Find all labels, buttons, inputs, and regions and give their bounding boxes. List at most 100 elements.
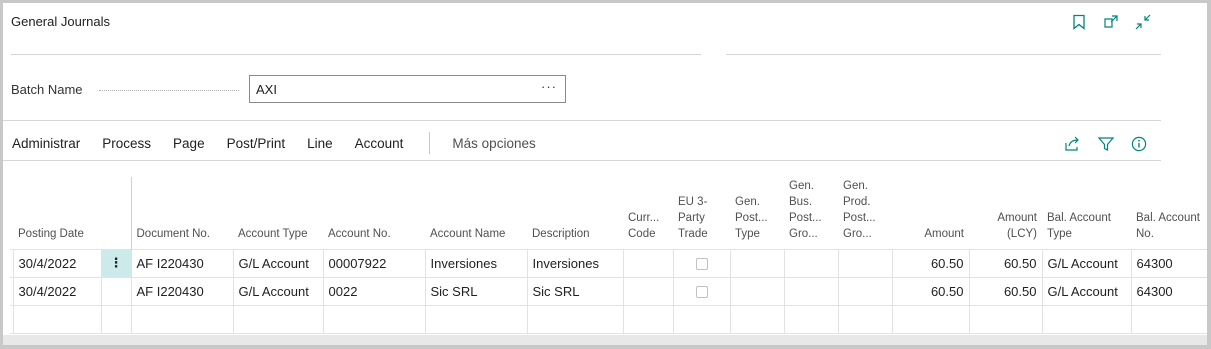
- account-name-cell[interactable]: Sic SRL: [424, 276, 528, 306]
- account-no-cell[interactable]: 0022: [322, 276, 426, 306]
- page-title: General Journals: [11, 14, 110, 29]
- bal-account-type-cell[interactable]: G/L Account: [1041, 248, 1132, 278]
- eu-3-party-trade-checkbox[interactable]: [695, 258, 708, 271]
- column-header-gen-bus-post-group[interactable]: Gen. Bus. Post... Gro...: [784, 177, 838, 249]
- share-icon[interactable]: [1058, 133, 1087, 155]
- description-cell[interactable]: Inversiones: [526, 248, 624, 278]
- amount-lcy-cell[interactable]: 60.50: [968, 248, 1043, 278]
- info-icon[interactable]: [1124, 133, 1153, 155]
- menu-page[interactable]: Page: [164, 136, 218, 151]
- account-type-cell[interactable]: [232, 304, 324, 334]
- account-type-cell[interactable]: G/L Account: [232, 276, 324, 306]
- amount-cell[interactable]: 60.50: [891, 276, 970, 306]
- menu-account[interactable]: Account: [346, 136, 417, 151]
- column-header-bal-account-no[interactable]: Bal. Account No.: [1131, 177, 1207, 249]
- column-header-posting-date[interactable]: Posting Date: [13, 177, 101, 249]
- column-header-account-no[interactable]: Account No.: [323, 177, 425, 249]
- gen-bus-post-group-cell[interactable]: [783, 248, 839, 278]
- eu-3-party-trade-checkbox[interactable]: [695, 286, 708, 299]
- account-name-cell[interactable]: Inversiones: [424, 248, 528, 278]
- gen-bus-post-group-cell[interactable]: [783, 304, 839, 334]
- amount-cell[interactable]: [891, 304, 970, 334]
- table-row[interactable]: 30/4/2022 ⋮ AF I220430 G/L Account 00007…: [10, 248, 1207, 278]
- header-divider-left: [11, 54, 701, 55]
- amount-lcy-cell[interactable]: 60.50: [968, 276, 1043, 306]
- bal-account-no-cell[interactable]: [1130, 304, 1207, 334]
- gen-post-type-cell[interactable]: [729, 276, 785, 306]
- bal-account-no-cell[interactable]: 64300: [1130, 248, 1207, 278]
- gen-bus-post-group-cell[interactable]: [783, 276, 839, 306]
- column-header-document-no[interactable]: Document No.: [131, 177, 233, 249]
- account-no-cell[interactable]: 00007922: [322, 248, 426, 278]
- page-top-actions: [1063, 11, 1159, 33]
- bookmark-icon[interactable]: [1063, 11, 1095, 33]
- table-row[interactable]: 30/4/2022 AF I220430 G/L Account 0022 Si…: [10, 276, 1207, 306]
- column-header-description[interactable]: Description: [527, 177, 623, 249]
- account-type-cell[interactable]: G/L Account: [232, 248, 324, 278]
- actionbar-divider: [3, 160, 1161, 161]
- menu-administrar[interactable]: Administrar: [3, 136, 93, 151]
- menu-process[interactable]: Process: [93, 136, 164, 151]
- description-cell[interactable]: Sic SRL: [526, 276, 624, 306]
- general-journals-window: General Journals Batch Name AXI ··· Admi…: [3, 3, 1207, 345]
- batch-name-value: AXI: [256, 82, 277, 97]
- posting-date-cell[interactable]: [12, 304, 102, 334]
- amount-cell[interactable]: 60.50: [891, 248, 970, 278]
- currency-code-cell[interactable]: [622, 276, 674, 306]
- batch-name-input[interactable]: AXI ···: [249, 75, 566, 103]
- eu-3-party-trade-cell[interactable]: [672, 248, 731, 278]
- column-header-amount[interactable]: Amount: [892, 177, 969, 249]
- column-header-gen-post-type[interactable]: Gen. Post... Type: [730, 177, 784, 249]
- column-header-curr-code[interactable]: Curr... Code: [623, 177, 673, 249]
- document-no-cell[interactable]: AF I220430: [130, 276, 234, 306]
- document-no-cell[interactable]: AF I220430: [130, 248, 234, 278]
- menu-more-options[interactable]: Más opciones: [443, 136, 548, 151]
- menu-line[interactable]: Line: [298, 136, 346, 151]
- filter-icon[interactable]: [1091, 133, 1120, 155]
- action-bar: Administrar Process Page Post/Print Line…: [3, 131, 549, 155]
- posting-date-cell[interactable]: 30/4/2022: [12, 248, 102, 278]
- row-actions-cell[interactable]: [100, 304, 132, 334]
- open-in-new-window-icon[interactable]: [1095, 11, 1127, 33]
- amount-lcy-cell[interactable]: [968, 304, 1043, 334]
- journal-lines-table: Posting Date Document No. Account Type A…: [10, 177, 1207, 334]
- column-header-bal-account-type[interactable]: Bal. Account Type: [1042, 177, 1131, 249]
- collapse-icon[interactable]: [1127, 11, 1159, 33]
- row-actions-button[interactable]: ⋮: [100, 248, 132, 278]
- column-header-account-type[interactable]: Account Type: [233, 177, 323, 249]
- column-header-gen-prod-post-group[interactable]: Gen. Prod. Post... Gro...: [838, 177, 892, 249]
- description-cell[interactable]: [526, 304, 624, 334]
- gen-post-type-cell[interactable]: [729, 248, 785, 278]
- gen-prod-post-group-cell[interactable]: [837, 304, 893, 334]
- bal-account-type-cell[interactable]: [1041, 304, 1132, 334]
- eu-3-party-trade-cell[interactable]: [672, 304, 731, 334]
- column-header-amount-lcy[interactable]: Amount (LCY): [969, 177, 1042, 249]
- posting-date-cell[interactable]: 30/4/2022: [12, 276, 102, 306]
- fasttab-divider: [3, 120, 1161, 121]
- column-header-account-name[interactable]: Account Name: [425, 177, 527, 249]
- bal-account-type-cell[interactable]: G/L Account: [1041, 276, 1132, 306]
- eu-3-party-trade-cell[interactable]: [672, 276, 731, 306]
- menu-post-print[interactable]: Post/Print: [218, 136, 299, 151]
- gen-prod-post-group-cell[interactable]: [837, 248, 893, 278]
- gen-post-type-cell[interactable]: [729, 304, 785, 334]
- table-row-empty[interactable]: [10, 304, 1207, 334]
- column-header-row-actions: [101, 177, 132, 249]
- horizontal-scrollbar[interactable]: [3, 335, 1207, 345]
- row-actions-cell[interactable]: [100, 276, 132, 306]
- batch-name-label: Batch Name: [11, 82, 83, 97]
- menu-separator: [429, 132, 431, 154]
- list-actions: [1058, 133, 1153, 155]
- table-header: Posting Date Document No. Account Type A…: [10, 177, 1207, 249]
- gen-prod-post-group-cell[interactable]: [837, 276, 893, 306]
- currency-code-cell[interactable]: [622, 248, 674, 278]
- account-no-cell[interactable]: [322, 304, 426, 334]
- document-no-cell[interactable]: [130, 304, 234, 334]
- batch-lookup-button[interactable]: ···: [541, 79, 557, 94]
- currency-code-cell[interactable]: [622, 304, 674, 334]
- column-header-eu-3-party-trade[interactable]: EU 3-Party Trade: [673, 177, 730, 249]
- header-divider-right: [726, 54, 1161, 55]
- label-leader: [99, 90, 239, 91]
- bal-account-no-cell[interactable]: 64300: [1130, 276, 1207, 306]
- account-name-cell[interactable]: [424, 304, 528, 334]
